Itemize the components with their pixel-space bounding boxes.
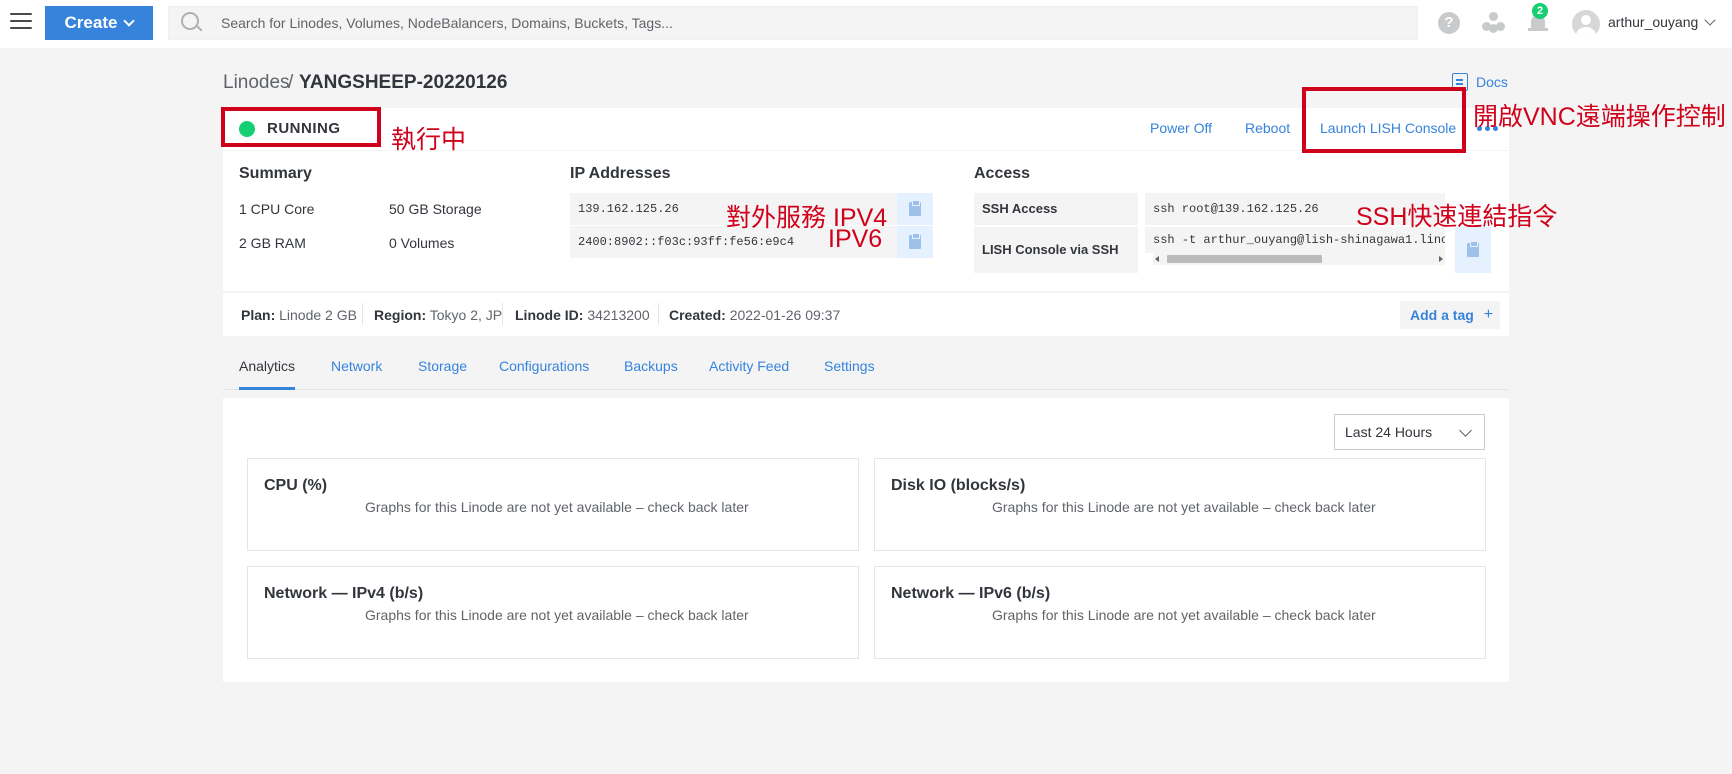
disk-io-graph-card: Disk IO (blocks/s) Graphs for this Linod… [874,458,1486,551]
docs-label: Docs [1476,74,1508,90]
analytics-panel: Last 24 Hours CPU (%) Graphs for this Li… [223,398,1509,682]
tab-analytics[interactable]: Analytics [239,358,296,390]
search-bar [168,6,1418,40]
linode-info-bar: Plan: Linode 2 GB Region: Tokyo 2, JP Li… [223,292,1509,336]
ssh-annotation: SSH快速連結指令 [1356,203,1558,231]
graph-title: Network — IPv4 (b/s) [264,585,424,602]
launch-lish-button[interactable]: Launch LISH Console [1320,120,1456,136]
tab-configurations[interactable]: Configurations [499,358,589,390]
graph-title: Disk IO (blocks/s) [891,477,1026,494]
copy-lish-button[interactable] [1455,227,1491,273]
create-button[interactable]: Create [45,6,153,40]
cpu-graph-card: CPU (%) Graphs for this Linode are not y… [247,458,859,551]
power-off-button[interactable]: Power Off [1150,120,1212,136]
graph-message: Graphs for this Linode are not yet avail… [365,607,749,623]
plan-info: Plan: Linode 2 GB [241,307,357,323]
cpu-spec: 1 CPU Core [239,201,315,217]
breadcrumb-separator: / [288,72,294,93]
ip-addresses-title: IP Addresses [570,165,671,182]
breadcrumb-linodes[interactable]: Linodes [223,72,290,94]
graph-message: Graphs for this Linode are not yet avail… [992,607,1376,623]
create-label: Create [64,13,118,32]
username[interactable]: arthur_ouyang [1608,14,1698,30]
tab-backups[interactable]: Backups [624,358,678,390]
top-bar: Create ? 2 arthur_ouyang [0,0,1732,48]
search-input[interactable] [221,7,1411,39]
menu-icon[interactable] [10,13,32,31]
clipboard-icon [909,200,921,216]
chevron-down-icon [123,15,136,27]
clipboard-icon [1467,241,1479,257]
graph-message: Graphs for this Linode are not yet avail… [992,499,1376,515]
ipv4-address: 139.162.125.26 [578,202,679,216]
notification-badge: 2 [1532,3,1548,19]
page-title[interactable]: YANGSHEEP-20220126 [299,72,507,94]
help-icon[interactable]: ? [1438,12,1460,34]
tab-bar: Analytics Network Storage Configurations… [223,356,1509,390]
ipv6-address: 2400:8902::f03c:93ff:fe56:e9c4 [578,235,795,249]
add-tag-button[interactable]: Add a tag + [1400,301,1500,329]
running-annotation: 執行中 [391,126,467,154]
volumes-spec: 0 Volumes [389,235,455,251]
lish-command-scrollbar[interactable] [1153,253,1445,265]
copy-ipv6-button[interactable] [897,226,933,258]
linode-id-info: Linode ID: 34213200 [515,307,650,323]
ssh-access-label: SSH Access [974,193,1138,225]
chevron-down-icon [1459,424,1472,437]
time-range-select[interactable]: Last 24 Hours [1334,414,1485,450]
reboot-button[interactable]: Reboot [1245,120,1290,136]
clipboard-icon [909,233,921,249]
created-info: Created: 2022-01-26 09:37 [669,307,841,323]
graph-title: Network — IPv6 (b/s) [891,585,1051,602]
ipv6-graph-card: Network — IPv6 (b/s) Graphs for this Lin… [874,566,1486,659]
copy-ipv4-button[interactable] [897,193,933,225]
docs-link[interactable]: Docs [1452,73,1508,91]
graph-title: CPU (%) [264,477,328,494]
lish-console-label: LISH Console via SSH [974,227,1138,273]
tab-network[interactable]: Network [331,358,382,390]
vnc-annotation: 開啟VNC遠端操作控制 [1473,103,1726,131]
graph-message: Graphs for this Linode are not yet avail… [365,499,749,515]
plus-icon: + [1483,306,1494,323]
region-info: Region: Tokyo 2, JP [374,307,503,323]
avatar-icon[interactable] [1572,10,1600,38]
status-dot-icon [239,121,255,137]
search-icon [181,12,201,32]
storage-spec: 50 GB Storage [389,201,482,217]
status-label: RUNNING [267,120,341,137]
tab-storage[interactable]: Storage [418,358,467,390]
ipv6-annotation: IPV6 [828,225,883,253]
access-title: Access [974,165,1031,182]
docs-icon [1452,73,1468,91]
tab-settings[interactable]: Settings [824,358,875,390]
tab-activity-feed[interactable]: Activity Feed [709,358,789,390]
summary-title: Summary [239,165,312,182]
chevron-down-icon[interactable] [1704,14,1716,26]
ram-spec: 2 GB RAM [239,235,306,251]
community-icon[interactable] [1482,12,1506,34]
ipv4-graph-card: Network — IPv4 (b/s) Graphs for this Lin… [247,566,859,659]
